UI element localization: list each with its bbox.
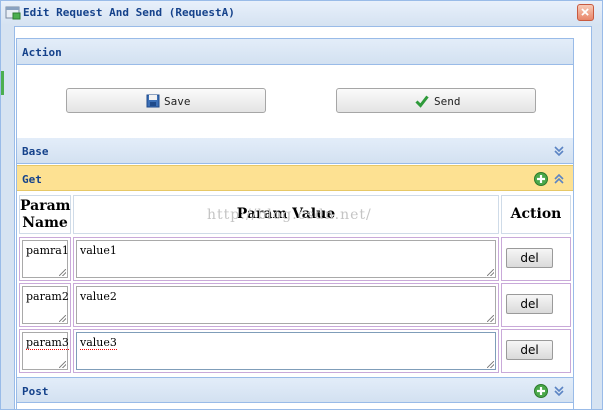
send-button-label: Send [434, 95, 461, 108]
panel-header-get[interactable]: Get [17, 165, 573, 191]
table-row-value-cell: value2 [73, 283, 499, 327]
plus-icon[interactable] [534, 172, 548, 186]
resize-grip-icon[interactable] [487, 315, 494, 322]
watermark-text: http://blog.csdn.net/ [207, 207, 372, 223]
param-name-value: pamra1 [26, 244, 69, 257]
panel-title-get: Get [22, 173, 42, 186]
param-name-input[interactable]: param3 [22, 332, 69, 370]
param-value-input[interactable]: value2 [76, 286, 496, 324]
title-bar[interactable]: Edit Request And Send (RequestA) [1, 1, 602, 25]
table-row-value-cell: value1 [73, 237, 499, 281]
save-button-label: Save [164, 95, 191, 108]
window-icon [5, 6, 21, 20]
checkmark-icon [415, 95, 429, 108]
delete-row-button[interactable]: del [506, 340, 553, 360]
resize-grip-icon[interactable] [487, 361, 494, 368]
table-row-value-cell: value3 [73, 329, 499, 373]
close-icon [581, 8, 589, 16]
dialog-title: Edit Request And Send (RequestA) [23, 6, 235, 19]
table-row-action-cell: del [501, 283, 571, 327]
param-value-input[interactable]: value1 [76, 240, 496, 278]
panel-header-base[interactable]: Base [17, 138, 573, 164]
panel-header-post[interactable]: Post [17, 377, 573, 403]
send-button[interactable]: Send [336, 88, 536, 113]
left-edge-marker [1, 71, 4, 95]
chevron-double-down-icon[interactable] [552, 384, 566, 398]
resize-grip-icon[interactable] [59, 315, 66, 322]
table-row-action-cell: del [501, 329, 571, 373]
param-name-value: param2 [26, 290, 69, 303]
save-button[interactable]: Save [66, 88, 266, 113]
panel-title-post: Post [22, 385, 49, 398]
table-row: param3 [19, 329, 71, 373]
resize-grip-icon[interactable] [487, 269, 494, 276]
delete-row-button[interactable]: del [506, 248, 553, 268]
floppy-disk-icon [146, 94, 160, 108]
table-row: pamra1 [19, 237, 71, 281]
column-header-param-name: Param Name [19, 195, 71, 234]
panel-header-action: Action [17, 39, 573, 65]
delete-row-button[interactable]: del [506, 294, 553, 314]
param-name-input[interactable]: param2 [22, 286, 69, 324]
column-header-action: Action [501, 195, 571, 234]
form-container: Action Save Send Base Get Param Name Par… [16, 38, 574, 410]
param-name-input[interactable]: pamra1 [22, 240, 69, 278]
param-value-text: value1 [80, 244, 117, 257]
param-name-value: param3 [26, 336, 69, 350]
resize-grip-icon[interactable] [59, 361, 66, 368]
panel-title-base: Base [22, 145, 49, 158]
close-button[interactable] [577, 4, 594, 21]
table-row: param2 [19, 283, 71, 327]
param-value-text: value3 [80, 336, 117, 350]
panel-title-action: Action [22, 46, 62, 59]
param-value-input[interactable]: value3 [76, 332, 496, 370]
param-value-text: value2 [80, 290, 117, 303]
plus-icon[interactable] [534, 384, 548, 398]
resize-grip-icon[interactable] [59, 269, 66, 276]
chevron-double-up-icon[interactable] [552, 172, 566, 186]
table-row-action-cell: del [501, 237, 571, 281]
chevron-double-down-icon[interactable] [552, 144, 566, 158]
